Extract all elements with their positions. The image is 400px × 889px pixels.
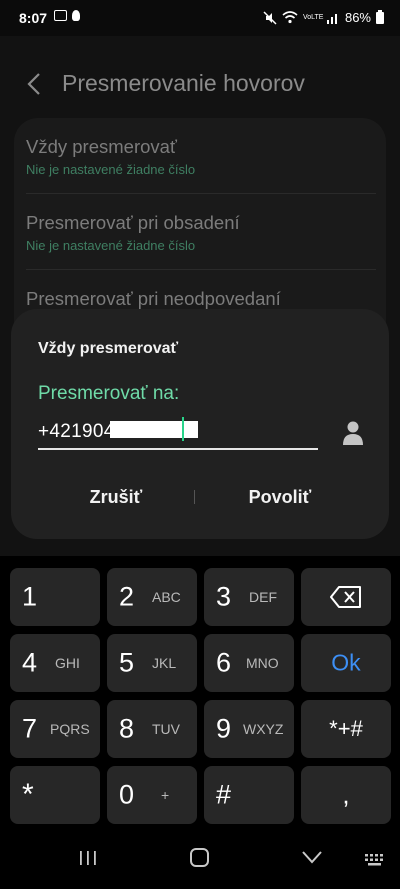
navigation-bar	[0, 824, 400, 889]
key-letters: DEF	[249, 589, 277, 605]
setting-title: Vždy presmerovať	[26, 136, 177, 157]
key-letters: ABC	[152, 589, 181, 605]
key-letters: TUV	[152, 721, 180, 737]
key-6[interactable]: 6 MNO	[204, 634, 294, 692]
backspace-key[interactable]	[301, 568, 391, 626]
mute-icon	[263, 10, 277, 25]
key-letters: WXYZ	[243, 721, 284, 737]
status-bar: 8:07 VoLTE 86%	[0, 0, 400, 36]
key-7[interactable]: 7 PQRS	[10, 700, 100, 758]
key-9[interactable]: 9 WXYZ	[204, 700, 294, 758]
setting-subtitle: Nie je nastavené žiadne číslo	[26, 238, 196, 253]
setting-always-forward[interactable]: Vždy presmerovať Nie je nastavené žiadne…	[26, 136, 376, 177]
bulb-icon	[72, 10, 80, 21]
key-2[interactable]: 2 ABC	[107, 568, 197, 626]
page-title: Presmerovanie hovorov	[62, 70, 305, 96]
contact-person-icon[interactable]	[341, 420, 365, 446]
backspace-icon	[330, 586, 361, 608]
key-digit: 7	[22, 713, 38, 744]
key-letters: GHI	[55, 655, 80, 671]
ok-key[interactable]: Ok	[301, 634, 391, 692]
key-digit: 3	[216, 581, 232, 612]
key-5[interactable]: 5 JKL	[107, 634, 197, 692]
key-letters: JKL	[152, 655, 177, 671]
key-digit: *	[22, 778, 34, 811]
dialog-title: Vždy presmerovať	[38, 340, 179, 357]
home-icon[interactable]	[190, 848, 209, 867]
key-4[interactable]: 4 GHI	[10, 634, 100, 692]
key-digit: 8	[119, 713, 135, 744]
image-icon	[54, 10, 67, 21]
redacted-number	[110, 421, 198, 438]
key-digit: #	[216, 779, 232, 810]
symbols-label: *+#	[329, 716, 363, 741]
phone-number-input[interactable]: +421904	[38, 416, 318, 450]
key-1[interactable]: 1	[10, 568, 100, 626]
volte-label: VoLTE	[302, 14, 324, 21]
key-digit: 1	[22, 581, 38, 612]
setting-subtitle: Nie je nastavené žiadne číslo	[26, 162, 196, 177]
numeric-keypad: 1 2 ABC 3 DEF 4 GHI 5 JKL 6 MNO Ok 7 PQR…	[0, 556, 400, 824]
key-letters: MNO	[246, 655, 279, 671]
setting-title: Presmerovať pri neodpovedaní	[26, 288, 281, 309]
recent-apps-icon[interactable]	[79, 850, 97, 866]
back-arrow-icon[interactable]	[26, 72, 42, 96]
key-letters: PQRS	[50, 721, 90, 737]
cancel-button[interactable]: Zrušiť	[46, 479, 186, 515]
key-0[interactable]: 0 +	[107, 766, 197, 824]
keyboard-icon[interactable]	[364, 853, 386, 867]
battery-icon	[376, 9, 384, 24]
wifi-icon	[282, 11, 298, 24]
key-letters: +	[161, 787, 170, 803]
key-digit: 4	[22, 647, 38, 678]
signal-icon	[326, 13, 337, 24]
key-digit: 0	[119, 779, 135, 810]
key-digit: 2	[119, 581, 135, 612]
key-digit: 5	[119, 647, 135, 678]
forward-to-label: Presmerovať na:	[38, 383, 180, 404]
nav-back-icon[interactable]	[302, 850, 322, 864]
setting-forward-busy[interactable]: Presmerovať pri obsadení Nie je nastaven…	[26, 212, 376, 253]
ok-label: Ok	[331, 649, 361, 676]
phone-number-value: +421904	[38, 421, 115, 442]
key-star[interactable]: *	[10, 766, 100, 824]
key-digit: 9	[216, 713, 232, 744]
row-divider	[26, 193, 376, 194]
forward-dialog: Vždy presmerovať Presmerovať na: +421904…	[11, 309, 389, 539]
symbols-key[interactable]: *+#	[301, 700, 391, 758]
key-digit: 6	[216, 647, 232, 678]
text-cursor	[182, 417, 184, 441]
key-3[interactable]: 3 DEF	[204, 568, 294, 626]
key-8[interactable]: 8 TUV	[107, 700, 197, 758]
comma-label: ,	[342, 779, 350, 810]
enable-button[interactable]: Povoliť	[210, 479, 350, 515]
button-divider	[194, 490, 195, 504]
status-time: 8:07	[19, 10, 48, 26]
key-hash[interactable]: #	[204, 766, 294, 824]
status-right-icons: VoLTE 86%	[263, 9, 384, 25]
comma-key[interactable]: ,	[301, 766, 391, 824]
status-left-icons	[54, 10, 80, 21]
dialog-buttons: Zrušiť Povoliť	[11, 479, 389, 515]
setting-title: Presmerovať pri obsadení	[26, 212, 240, 233]
row-divider	[26, 269, 376, 270]
battery-percent: 86%	[344, 10, 371, 25]
setting-forward-no-answer[interactable]: Presmerovať pri neodpovedaní	[26, 288, 376, 310]
